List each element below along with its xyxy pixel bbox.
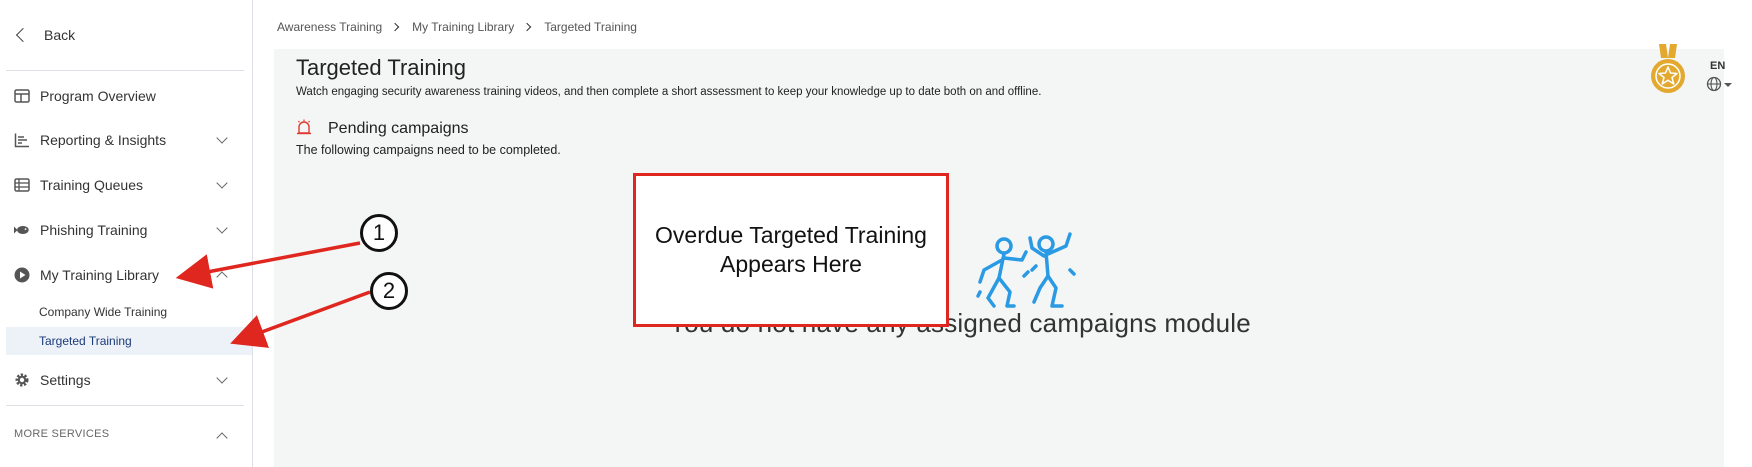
more-services-label[interactable]: MORE SERVICES (14, 428, 109, 440)
sidebar-divider (6, 405, 244, 406)
sidebar-subitem-company-wide-training[interactable]: Company Wide Training (6, 298, 252, 326)
sidebar-item-program-overview[interactable]: Program Overview (0, 78, 252, 114)
breadcrumb-item[interactable]: My Training Library (412, 20, 514, 34)
fish-icon (14, 222, 30, 238)
sidebar-subitem-targeted-training[interactable]: Targeted Training (6, 327, 252, 355)
breadcrumb-item[interactable]: Awareness Training (277, 20, 382, 34)
sidebar-item-phishing-training[interactable]: Phishing Training (0, 212, 252, 248)
sidebar-item-my-training-library[interactable]: My Training Library (0, 257, 252, 293)
sidebar-item-training-queues[interactable]: Training Queues (0, 167, 252, 203)
sidebar-item-label: Training Queues (40, 177, 143, 193)
list-icon (14, 177, 30, 193)
page-subtitle: Watch engaging security awareness traini… (296, 86, 1042, 98)
main-content: Awareness Training My Training Library T… (254, 0, 1752, 467)
chevron-right-icon (390, 22, 400, 32)
chevron-down-icon (216, 222, 228, 234)
empty-state-message: You do not have any assigned campaigns m… (669, 308, 1251, 338)
chart-icon (14, 132, 30, 148)
layout-icon (14, 88, 30, 104)
chevron-up-icon[interactable] (216, 432, 228, 444)
sidebar-item-label: Phishing Training (40, 222, 148, 238)
medal-icon[interactable] (1649, 44, 1687, 96)
content-panel: Targeted Training Watch engaging securit… (274, 49, 1724, 467)
chevron-up-icon (216, 271, 228, 283)
alarm-icon (297, 119, 311, 135)
chevron-left-icon (15, 27, 31, 43)
gear-icon (14, 372, 30, 388)
chevron-right-icon (522, 22, 532, 32)
chevron-down-icon (216, 372, 228, 384)
celebration-illustration (976, 232, 1076, 308)
sidebar-item-label: Settings (40, 372, 91, 388)
pending-campaigns-desc: The following campaigns need to be compl… (296, 143, 561, 157)
chevron-down-icon (216, 132, 228, 144)
breadcrumb-item: Targeted Training (544, 20, 637, 34)
sidebar: Back Program Overview Reporting & Insigh… (0, 0, 253, 467)
back-label: Back (44, 27, 76, 43)
sidebar-divider (6, 70, 244, 71)
globe-icon[interactable] (1706, 76, 1736, 92)
sidebar-item-settings[interactable]: Settings (0, 362, 252, 398)
play-circle-icon (14, 267, 30, 283)
sidebar-subitem-label: Company Wide Training (39, 305, 168, 319)
language-code[interactable]: EN (1710, 60, 1725, 72)
page-title: Targeted Training (296, 55, 466, 80)
sidebar-item-label: Program Overview (40, 88, 156, 104)
breadcrumb: Awareness Training My Training Library T… (277, 20, 637, 34)
sidebar-subitem-label: Targeted Training (39, 334, 132, 348)
pending-campaigns-title: Pending campaigns (328, 120, 469, 137)
sidebar-item-reporting[interactable]: Reporting & Insights (0, 122, 252, 158)
back-button[interactable]: Back (14, 27, 75, 43)
sidebar-item-label: Reporting & Insights (40, 132, 167, 148)
chevron-down-icon (216, 177, 228, 189)
sidebar-item-label: My Training Library (40, 267, 160, 283)
